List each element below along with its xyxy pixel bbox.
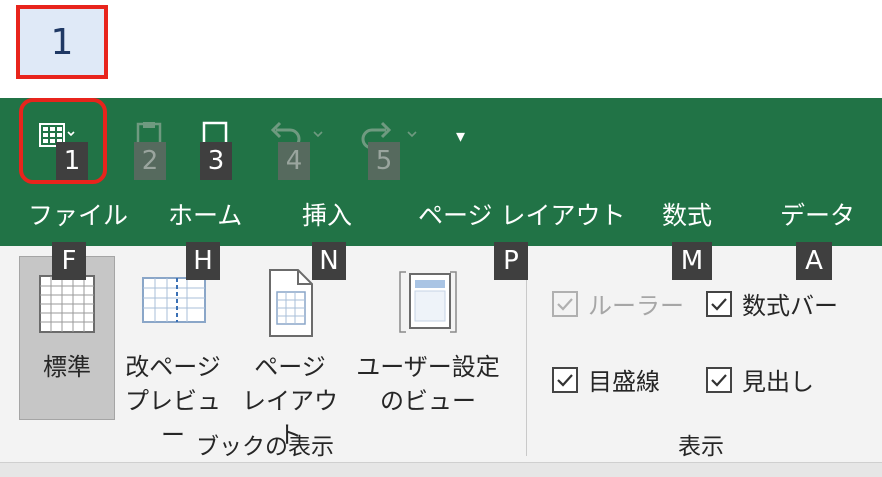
keytip-qat-4: 4 <box>278 142 310 180</box>
tab-page-layout[interactable]: ページ レイアウト <box>418 196 625 232</box>
tab-file[interactable]: ファイル <box>28 196 128 232</box>
keytip-qat-5: 5 <box>368 142 400 180</box>
formula-bar-label: 数式バー <box>742 292 838 320</box>
keytip-qat-3: 3 <box>200 142 232 180</box>
keytip-file: F <box>52 242 86 280</box>
formula-bar-checkbox[interactable]: 数式バー <box>706 286 838 321</box>
normal-view-label: 標準 <box>43 353 91 381</box>
page-layout-label-1: ページ <box>254 353 326 381</box>
custom-views-button[interactable]: ユーザー設定 のビュー <box>350 258 506 418</box>
ruler-label: ルーラー <box>588 292 684 320</box>
keytip-data: A <box>796 242 832 280</box>
custom-views-label-2: のビュー <box>380 387 476 415</box>
chevron-down-icon: ▾ <box>456 125 466 147</box>
tab-formulas[interactable]: 数式 <box>662 196 712 232</box>
gridlines-checkbox[interactable]: 目盛線 <box>552 362 660 397</box>
step-number: 1 <box>50 21 74 63</box>
page-break-preview-button[interactable]: 改ページ プレビュー <box>118 258 228 452</box>
gridlines-label: 目盛線 <box>588 368 660 396</box>
page-layout-view-button[interactable]: ページ レイアウト <box>234 258 346 452</box>
keytip-qat-1: 1 <box>56 142 88 180</box>
keytip-insert: N <box>312 242 346 280</box>
customize-qat-button[interactable]: ▾ <box>456 116 465 156</box>
keytip-formulas: M <box>672 242 712 280</box>
checkmark-icon <box>552 366 578 393</box>
checkmark-icon <box>706 290 732 317</box>
keytip-page-layout: P <box>494 242 528 280</box>
show-group-label: 表示 <box>678 434 724 460</box>
workbook-views-group-label: ブックの表示 <box>196 434 334 460</box>
custom-views-icon <box>399 271 457 333</box>
page-break-preview-label-1: 改ページ <box>125 353 221 381</box>
ribbon-bottom-border <box>0 462 882 477</box>
custom-views-label-1: ユーザー設定 <box>356 353 500 381</box>
tab-insert[interactable]: 挿入 <box>302 196 352 232</box>
page-layout-icon <box>269 269 313 337</box>
checkmark-icon <box>706 366 732 393</box>
tab-home[interactable]: ホーム <box>168 196 242 232</box>
checkmark-icon <box>552 290 578 317</box>
headings-checkbox[interactable]: 見出し <box>706 362 814 397</box>
ruler-checkbox[interactable]: ルーラー <box>552 286 684 321</box>
keytip-home: H <box>186 242 220 280</box>
keytip-qat-2: 2 <box>134 142 166 180</box>
step-callout: 1 <box>16 5 108 79</box>
group-separator <box>526 262 527 456</box>
tab-data[interactable]: データ <box>780 196 855 232</box>
headings-label: 見出し <box>742 368 814 396</box>
